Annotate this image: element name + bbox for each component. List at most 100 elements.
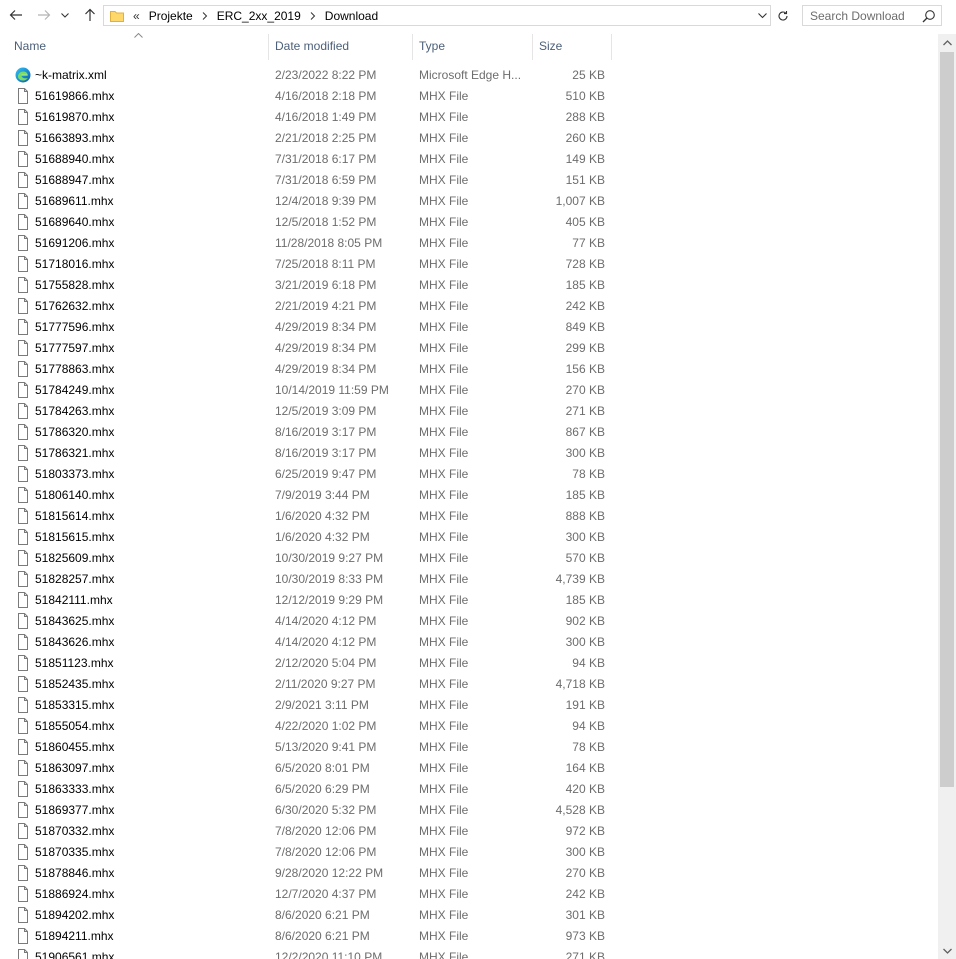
file-icon <box>15 823 31 839</box>
recent-locations-button[interactable] <box>58 5 72 25</box>
file-name: 51843625.mhx <box>35 614 115 628</box>
file-row[interactable]: 51860455.mhx 5/13/2020 9:41 PM MHX File … <box>0 737 938 758</box>
chevron-right-icon[interactable] <box>202 11 208 20</box>
file-row[interactable]: 51691206.mhx 11/28/2018 8:05 PM MHX File… <box>0 233 938 254</box>
file-row[interactable]: 51786320.mhx 8/16/2019 3:17 PM MHX File … <box>0 422 938 443</box>
address-bar[interactable]: « Projekte ERC_2xx_2019 Download <box>103 5 771 26</box>
file-size: 270 KB <box>565 383 605 397</box>
breadcrumb-overflow[interactable]: « <box>133 9 140 23</box>
file-row[interactable]: 51828257.mhx 10/30/2019 8:33 PM MHX File… <box>0 569 938 590</box>
file-name: 51663893.mhx <box>35 131 115 145</box>
file-type: MHX File <box>419 131 469 145</box>
file-icon <box>15 193 31 209</box>
file-row[interactable]: 51878846.mhx 9/28/2020 12:22 PM MHX File… <box>0 863 938 884</box>
refresh-button[interactable] <box>773 5 793 26</box>
file-name: 51784263.mhx <box>35 404 115 418</box>
breadcrumb-download[interactable]: Download <box>325 9 378 23</box>
back-button[interactable] <box>6 5 26 25</box>
file-name: 51852435.mhx <box>35 677 115 691</box>
file-row[interactable]: 51842111.mhx 12/12/2019 9:29 PM MHX File… <box>0 590 938 611</box>
breadcrumb-projekte[interactable]: Projekte <box>149 9 193 23</box>
file-type: MHX File <box>419 656 469 670</box>
file-icon <box>15 109 31 125</box>
file-date-modified: 6/30/2020 5:32 PM <box>275 803 377 817</box>
file-row[interactable]: 51870332.mhx 7/8/2020 12:06 PM MHX File … <box>0 821 938 842</box>
edge-icon <box>15 67 31 83</box>
search-input[interactable]: Search Download <box>810 9 922 23</box>
search-box[interactable]: Search Download <box>802 5 942 26</box>
file-name: 51786321.mhx <box>35 446 115 460</box>
file-row[interactable]: 51778863.mhx 4/29/2019 8:34 PM MHX File … <box>0 359 938 380</box>
file-row[interactable]: 51619866.mhx 4/16/2018 2:18 PM MHX File … <box>0 86 938 107</box>
breadcrumb-erc-2xx-2019[interactable]: ERC_2xx_2019 <box>217 9 301 23</box>
file-row[interactable]: 51815614.mhx 1/6/2020 4:32 PM MHX File 8… <box>0 506 938 527</box>
file-date-modified: 7/31/2018 6:17 PM <box>275 152 377 166</box>
file-date-modified: 5/13/2020 9:41 PM <box>275 740 377 754</box>
file-row[interactable]: 51843625.mhx 4/14/2020 4:12 PM MHX File … <box>0 611 938 632</box>
file-row[interactable]: 51825609.mhx 10/30/2019 9:27 PM MHX File… <box>0 548 938 569</box>
file-row[interactable]: 51777596.mhx 4/29/2019 8:34 PM MHX File … <box>0 317 938 338</box>
vertical-scrollbar[interactable] <box>938 34 956 959</box>
scroll-down-button[interactable] <box>938 942 956 959</box>
file-row[interactable]: 51762632.mhx 2/21/2019 4:21 PM MHX File … <box>0 296 938 317</box>
file-date-modified: 12/5/2018 1:52 PM <box>275 215 377 229</box>
file-row[interactable]: 51806140.mhx 7/9/2019 3:44 PM MHX File 1… <box>0 485 938 506</box>
file-type: MHX File <box>419 257 469 271</box>
file-type: MHX File <box>419 950 469 959</box>
chevron-right-icon[interactable] <box>310 11 316 20</box>
file-date-modified: 12/7/2020 4:37 PM <box>275 887 377 901</box>
file-name: 51691206.mhx <box>35 236 115 250</box>
file-row[interactable]: 51784263.mhx 12/5/2019 3:09 PM MHX File … <box>0 401 938 422</box>
address-dropdown-button[interactable] <box>756 9 768 23</box>
file-row[interactable]: 51886924.mhx 12/7/2020 4:37 PM MHX File … <box>0 884 938 905</box>
file-row[interactable]: 51863333.mhx 6/5/2020 6:29 PM MHX File 4… <box>0 779 938 800</box>
file-row[interactable]: 51784249.mhx 10/14/2019 11:59 PM MHX Fil… <box>0 380 938 401</box>
column-header-size[interactable]: Size <box>525 32 611 60</box>
file-row[interactable]: 51803373.mhx 6/25/2019 9:47 PM MHX File … <box>0 464 938 485</box>
file-row[interactable]: 51869377.mhx 6/30/2020 5:32 PM MHX File … <box>0 800 938 821</box>
file-size: 300 KB <box>565 446 605 460</box>
file-icon <box>15 529 31 545</box>
file-row[interactable]: 51906561.mhx 12/2/2020 11:10 PM MHX File… <box>0 947 938 959</box>
file-icon <box>15 235 31 251</box>
file-row[interactable]: 51777597.mhx 4/29/2019 8:34 PM MHX File … <box>0 338 938 359</box>
column-header-type[interactable]: Type <box>405 32 532 60</box>
column-header-date[interactable]: Date modified <box>261 32 412 60</box>
up-button[interactable] <box>80 5 100 25</box>
file-row[interactable]: 51894211.mhx 8/6/2020 6:21 PM MHX File 9… <box>0 926 938 947</box>
file-row[interactable]: 51689640.mhx 12/5/2018 1:52 PM MHX File … <box>0 212 938 233</box>
file-row[interactable]: 51786321.mhx 8/16/2019 3:17 PM MHX File … <box>0 443 938 464</box>
file-row[interactable]: 51855054.mhx 4/22/2020 1:02 PM MHX File … <box>0 716 938 737</box>
file-row[interactable]: 51894202.mhx 8/6/2020 6:21 PM MHX File 3… <box>0 905 938 926</box>
file-name: ~k-matrix.xml <box>35 68 107 82</box>
file-row[interactable]: 51852435.mhx 2/11/2020 9:27 PM MHX File … <box>0 674 938 695</box>
file-row[interactable]: 51870335.mhx 7/8/2020 12:06 PM MHX File … <box>0 842 938 863</box>
file-row[interactable]: 51843626.mhx 4/14/2020 4:12 PM MHX File … <box>0 632 938 653</box>
scrollbar-thumb[interactable] <box>940 52 954 787</box>
column-divider[interactable] <box>611 34 612 60</box>
file-name: 51869377.mhx <box>35 803 115 817</box>
file-date-modified: 1/6/2020 4:32 PM <box>275 530 370 544</box>
file-row[interactable]: 51853315.mhx 2/9/2021 3:11 PM MHX File 1… <box>0 695 938 716</box>
file-row[interactable]: ~k-matrix.xml 2/23/2022 8:22 PM Microsof… <box>0 65 938 86</box>
file-row[interactable]: 51755828.mhx 3/21/2019 6:18 PM MHX File … <box>0 275 938 296</box>
file-row[interactable]: 51815615.mhx 1/6/2020 4:32 PM MHX File 3… <box>0 527 938 548</box>
file-size: 300 KB <box>565 530 605 544</box>
file-row[interactable]: 51851123.mhx 2/12/2020 5:04 PM MHX File … <box>0 653 938 674</box>
file-row[interactable]: 51863097.mhx 6/5/2020 8:01 PM MHX File 1… <box>0 758 938 779</box>
file-row[interactable]: 51689611.mhx 12/4/2018 9:39 PM MHX File … <box>0 191 938 212</box>
file-row[interactable]: 51619870.mhx 4/16/2018 1:49 PM MHX File … <box>0 107 938 128</box>
scroll-up-button[interactable] <box>938 34 956 51</box>
file-name: 51906561.mhx <box>35 950 115 959</box>
file-size: 301 KB <box>565 908 605 922</box>
file-row[interactable]: 51718016.mhx 7/25/2018 8:11 PM MHX File … <box>0 254 938 275</box>
file-name: 51786320.mhx <box>35 425 115 439</box>
file-row[interactable]: 51663893.mhx 2/21/2018 2:25 PM MHX File … <box>0 128 938 149</box>
file-row[interactable]: 51688947.mhx 7/31/2018 6:59 PM MHX File … <box>0 170 938 191</box>
column-header-name[interactable]: Name <box>0 32 268 60</box>
file-type: MHX File <box>419 677 469 691</box>
file-date-modified: 4/14/2020 4:12 PM <box>275 614 377 628</box>
file-date-modified: 4/22/2020 1:02 PM <box>275 719 377 733</box>
file-row[interactable]: 51688940.mhx 7/31/2018 6:17 PM MHX File … <box>0 149 938 170</box>
forward-button[interactable] <box>34 5 54 25</box>
